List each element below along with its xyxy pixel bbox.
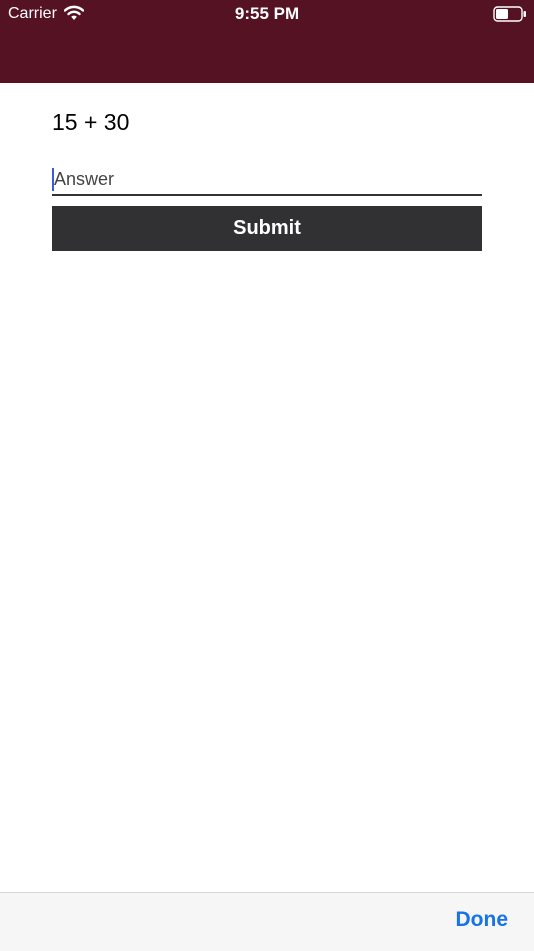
submit-button[interactable]: Submit: [52, 206, 482, 251]
app-header: Carrier 9:55 PM: [0, 0, 534, 83]
math-question: 15 + 30: [52, 109, 130, 135]
answer-input[interactable]: [52, 165, 484, 194]
status-time: 9:55 PM: [234, 4, 300, 23]
keyboard-toolbar: Done: [0, 892, 534, 951]
battery-icon: [493, 6, 527, 22]
done-button[interactable]: Done: [456, 908, 509, 932]
status-bar: Carrier 9:55 PM: [0, 0, 534, 28]
answer-field[interactable]: [52, 165, 484, 196]
